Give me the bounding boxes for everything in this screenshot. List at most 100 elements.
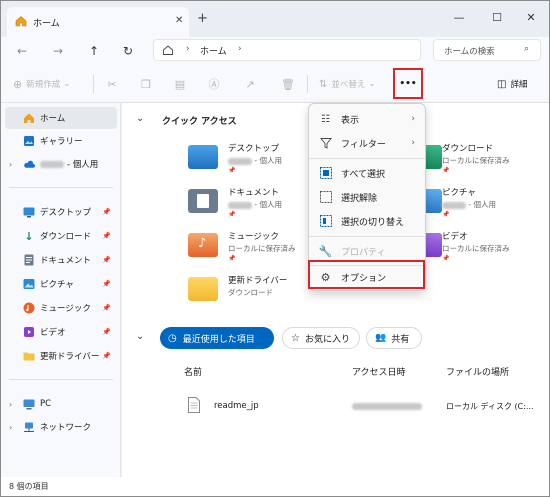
file-explorer-window: ホーム ✕ + — ☐ ✕ ← → ↑ ↻ › ホーム › ホームの検索 ⌕ ⊕… bbox=[0, 0, 550, 497]
folder-name: ダウンロード bbox=[442, 144, 494, 154]
folder-tile-pictures[interactable]: ピクチャ - 個人用 📌 bbox=[412, 183, 542, 223]
minimize-icon[interactable]: — bbox=[441, 7, 477, 27]
back-icon[interactable]: ← bbox=[11, 41, 33, 61]
sidebar-item-documents[interactable]: ドキュメント 📌 bbox=[5, 249, 117, 271]
tab-favorites[interactable]: ☆ お気に入り bbox=[282, 327, 360, 349]
pin-icon: 📌 bbox=[228, 167, 236, 174]
sidebar-item-home[interactable]: ホーム bbox=[5, 107, 117, 129]
pin-icon: 📌 bbox=[228, 255, 236, 262]
menu-divider bbox=[309, 158, 425, 159]
sidebar-item-onedrive[interactable]: › - 個人用 bbox=[5, 153, 117, 175]
sidebar-item-label: デスクトップ bbox=[40, 208, 92, 218]
folder-location: - 個人用 bbox=[468, 200, 496, 209]
desktop-folder-icon bbox=[188, 145, 218, 169]
sidebar-item-videos[interactable]: ビデオ 📌 bbox=[5, 321, 117, 343]
paste-icon[interactable]: ▤ bbox=[173, 65, 187, 103]
folder-location: - 個人用 bbox=[254, 200, 282, 209]
pin-icon: 📌 bbox=[102, 256, 111, 264]
close-window-icon[interactable]: ✕ bbox=[513, 7, 549, 27]
menu-item-filter[interactable]: フィルター › bbox=[313, 131, 423, 155]
sort-label: 並べ替え bbox=[331, 80, 366, 90]
sort-button[interactable]: ⇅ 並べ替え ⌄ bbox=[319, 65, 376, 103]
folder-name: 更新ドライバー bbox=[228, 276, 288, 286]
tab-home[interactable]: ホーム ✕ bbox=[7, 7, 189, 37]
column-header-location[interactable]: ファイルの場所 bbox=[446, 365, 509, 378]
cloud-icon bbox=[23, 158, 35, 170]
tab-label: 共有 bbox=[391, 334, 410, 345]
folder-tile-downloads[interactable]: ダウンロード ローカルに保存済み 📌 bbox=[412, 139, 542, 179]
select-none-icon bbox=[319, 191, 332, 204]
chevron-down-icon: ⌄ bbox=[368, 79, 376, 89]
pin-icon: 📌 bbox=[102, 352, 111, 360]
folder-subtitle: - 個人用 bbox=[442, 199, 496, 210]
search-placeholder: ホームの検索 bbox=[444, 47, 495, 57]
search-input[interactable]: ホームの検索 ⌕ bbox=[433, 39, 541, 61]
new-tab-icon[interactable]: + bbox=[197, 11, 208, 26]
menu-item-select-all[interactable]: すべて選択 bbox=[313, 161, 423, 185]
pin-icon: 📌 bbox=[102, 232, 111, 240]
menu-item-view[interactable]: ☷ 表示 › bbox=[313, 107, 423, 131]
table-row[interactable]: readme_jp ローカル ディスク (C:... bbox=[178, 393, 544, 419]
file-location: ローカル ディスク (C:... bbox=[446, 402, 534, 411]
new-button[interactable]: ⊕ 新規作成 ⌄ bbox=[13, 65, 70, 103]
breadcrumb[interactable]: ホーム bbox=[200, 44, 227, 57]
folder-tile-desktop[interactable]: デスクトップ - 個人用 📌 bbox=[188, 139, 308, 179]
column-header-name[interactable]: 名前 bbox=[184, 365, 202, 378]
invert-selection-icon bbox=[319, 215, 332, 228]
close-tab-icon[interactable]: ✕ bbox=[175, 15, 183, 26]
select-all-icon bbox=[319, 167, 332, 180]
text-file-icon bbox=[188, 397, 200, 413]
folder-tile-documents[interactable]: ドキュメント - 個人用 📌 bbox=[188, 183, 308, 223]
sidebar-item-pictures[interactable]: ピクチャ 📌 bbox=[5, 273, 117, 295]
folder-subtitle: ダウンロード bbox=[228, 288, 273, 297]
chevron-down-icon[interactable]: ⌄ bbox=[136, 113, 144, 124]
sidebar-item-downloads[interactable]: ↓ ダウンロード 📌 bbox=[5, 225, 117, 247]
address-row: ← → ↑ ↻ › ホーム › ホームの検索 ⌕ bbox=[1, 37, 549, 65]
chevron-right-icon: › bbox=[9, 399, 13, 409]
folder-tile-driver-update[interactable]: 更新ドライバー ダウンロード bbox=[188, 271, 308, 311]
tab-recent[interactable]: ◷ 最近使用した項目 bbox=[160, 327, 274, 349]
download-icon: ↓ bbox=[24, 229, 34, 243]
menu-item-select-none[interactable]: 選択解除 bbox=[313, 185, 423, 209]
folder-name: ピクチャ bbox=[442, 188, 476, 198]
forward-icon[interactable]: → bbox=[47, 41, 69, 61]
sidebar-item-music[interactable]: ミュージック 📌 bbox=[5, 297, 117, 319]
video-icon bbox=[23, 326, 35, 338]
column-header-accessed[interactable]: アクセス日時 bbox=[352, 365, 406, 378]
details-button[interactable]: ◫ 詳細 bbox=[497, 65, 527, 103]
folder-tile-videos[interactable]: ビデオ ローカルに保存済み 📌 bbox=[412, 227, 542, 267]
pin-icon: 📌 bbox=[228, 211, 236, 218]
address-bar[interactable]: › ホーム › bbox=[153, 39, 421, 61]
chevron-down-icon[interactable]: ⌄ bbox=[136, 331, 144, 342]
home-icon bbox=[15, 15, 27, 27]
sidebar-item-driver-update[interactable]: 更新ドライバー 📌 bbox=[5, 345, 117, 367]
divider bbox=[9, 187, 113, 188]
sidebar-item-network[interactable]: › ネットワーク bbox=[5, 416, 117, 438]
sidebar-item-gallery[interactable]: ギャラリー bbox=[5, 130, 117, 152]
tab-label: お気に入り bbox=[304, 334, 350, 345]
copy-icon[interactable]: ❐ bbox=[139, 65, 153, 103]
sort-icon: ⇅ bbox=[319, 78, 328, 90]
desktop-icon bbox=[23, 206, 35, 218]
delete-icon[interactable]: 🗑 bbox=[281, 65, 295, 103]
sidebar-item-pc[interactable]: › PC bbox=[5, 393, 117, 415]
tab-shared[interactable]: 👥 共有 bbox=[366, 327, 422, 349]
folder-tile-music[interactable]: ♪ ミュージック ローカルに保存済み 📌 bbox=[188, 227, 308, 267]
sidebar-item-desktop[interactable]: デスクトップ 📌 bbox=[5, 201, 117, 223]
menu-item-invert-selection[interactable]: 選択の切り替え bbox=[313, 209, 423, 233]
folder-subtitle: ローカルに保存済み bbox=[228, 244, 296, 253]
up-icon[interactable]: ↑ bbox=[83, 41, 105, 61]
music-icon bbox=[23, 302, 35, 314]
documents-folder-icon bbox=[188, 189, 218, 213]
pin-icon: 📌 bbox=[102, 328, 111, 336]
menu-item-label: 選択解除 bbox=[341, 193, 378, 204]
refresh-icon[interactable]: ↻ bbox=[117, 41, 139, 61]
sidebar-item-label: ホーム bbox=[40, 114, 66, 124]
share-icon[interactable]: ↗ bbox=[243, 65, 257, 103]
cut-icon[interactable]: ✂ bbox=[105, 65, 119, 103]
menu-item-label: すべて選択 bbox=[341, 169, 386, 180]
rename-icon[interactable]: Ⓐ bbox=[207, 65, 221, 103]
folder-icon bbox=[188, 277, 218, 301]
clock-icon: ◷ bbox=[168, 332, 177, 344]
maximize-icon[interactable]: ☐ bbox=[479, 7, 515, 27]
